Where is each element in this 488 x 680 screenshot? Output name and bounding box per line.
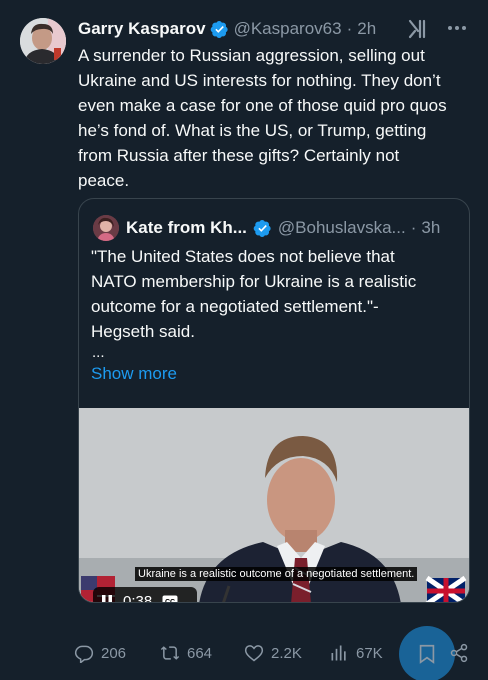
repost-count: 664 (187, 644, 213, 662)
quoted-tweet-time[interactable]: 3h (421, 218, 440, 238)
pause-icon[interactable] (100, 594, 114, 603)
reply-icon (74, 645, 94, 663)
avatar-portrait (20, 18, 66, 64)
reply-count: 206 (101, 644, 127, 662)
video-player[interactable]: Ukraine is a realistic outcome of a nego… (79, 408, 469, 603)
reply-button[interactable]: 206 (74, 639, 126, 667)
cc-label: CC (165, 599, 175, 603)
views-count: 67K (356, 644, 383, 662)
bookmark-button[interactable] (399, 626, 455, 680)
quoted-avatar-portrait (93, 215, 119, 241)
views-icon (331, 645, 346, 661)
quoted-tweet-header: Kate from Kh... @Bohuslavska... · 3h (93, 215, 457, 241)
video-controls: 0:38 CC (93, 587, 197, 603)
share-icon (450, 643, 468, 663)
author-avatar[interactable] (20, 18, 66, 64)
quoted-author-handle[interactable]: @Bohuslavska... (278, 218, 406, 238)
quoted-tweet-text: "The United States does not believe that… (91, 247, 417, 341)
quoted-tweet-ellipsis: ... (92, 344, 105, 361)
tweet-time[interactable]: 2h (357, 19, 376, 39)
quoted-tweet[interactable]: Kate from Kh... @Bohuslavska... · 3h "Th… (78, 198, 470, 603)
video-caption: Ukraine is a realistic outcome of a nego… (135, 567, 418, 581)
views-button[interactable]: 67K (329, 639, 383, 667)
verified-badge-icon (253, 219, 271, 237)
repost-button[interactable]: 664 (160, 639, 212, 667)
verified-badge-icon (210, 20, 228, 38)
quoted-author-name[interactable]: Kate from Kh... (126, 218, 247, 238)
more-icon[interactable] (446, 17, 468, 39)
bookmark-icon (419, 644, 435, 664)
tweet-header: Garry Kasparov @Kasparov63 · 2h (78, 17, 474, 41)
quoted-author-avatar[interactable] (93, 215, 119, 241)
action-bar: 206 664 2.2K 67K (74, 626, 476, 680)
author-name[interactable]: Garry Kasparov (78, 19, 206, 39)
share-button[interactable] (449, 639, 476, 667)
like-count: 2.2K (271, 644, 302, 662)
grok-icon[interactable] (406, 18, 428, 40)
repost-icon (160, 646, 180, 660)
author-handle[interactable]: @Kasparov63 (234, 19, 342, 39)
video-time: 0:38 (123, 592, 153, 603)
separator-dot: · (410, 218, 417, 237)
show-more-link[interactable]: Show more (91, 364, 177, 384)
like-button[interactable]: 2.2K (244, 639, 302, 667)
separator-dot: · (346, 19, 353, 38)
cc-icon[interactable]: CC (162, 595, 178, 603)
tweet-text: A surrender to Russian aggression, selli… (78, 46, 447, 190)
like-icon (244, 645, 264, 662)
